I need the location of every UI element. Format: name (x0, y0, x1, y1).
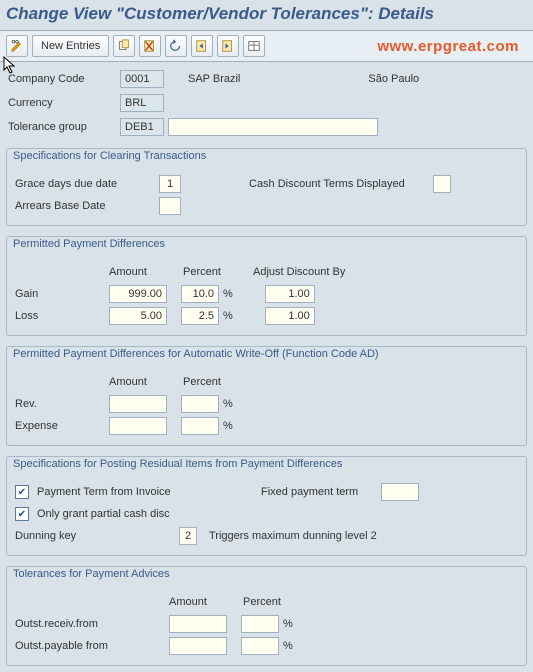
gain-label: Gain (15, 288, 105, 300)
rev-label: Rev. (15, 398, 105, 410)
cash-disc-label: Cash Discount Terms Displayed (249, 178, 429, 190)
col-percent-label: Percent (243, 596, 309, 608)
gain-amount-input[interactable]: 999.00 (109, 285, 167, 303)
print-button[interactable] (243, 35, 265, 57)
outst-pay-amount-input[interactable] (169, 637, 227, 655)
col-amount-label: Amount (109, 376, 179, 388)
rev-amount-input[interactable] (109, 395, 167, 413)
outst-recv-label: Outst.receiv.from (15, 618, 165, 630)
group-permitted-diff-auto: Permitted Payment Differences for Automa… (6, 346, 527, 446)
delete-icon (143, 39, 157, 53)
group-residual-spec: Specifications for Posting Residual Item… (6, 456, 527, 556)
copy-as-button[interactable] (113, 35, 135, 57)
partial-cash-label: Only grant partial cash disc (37, 508, 257, 520)
new-entries-button[interactable]: New Entries (32, 35, 109, 57)
outst-pay-percent-input[interactable] (241, 637, 279, 655)
group-permitted-diff: Permitted Payment Differences Amount Per… (6, 236, 527, 336)
tolerance-group-desc-input[interactable] (168, 118, 378, 136)
dunning-key-input[interactable]: 2 (179, 527, 197, 545)
percent-sign: % (223, 310, 233, 322)
outst-recv-percent-input[interactable] (241, 615, 279, 633)
next-icon (221, 39, 235, 53)
display-change-button[interactable] (6, 35, 28, 57)
group-title: Specifications for Clearing Transactions (7, 148, 526, 166)
grace-days-label: Grace days due date (15, 178, 155, 190)
tolerance-group-field: DEB1 (120, 118, 164, 136)
expense-label: Expense (15, 420, 105, 432)
company-code-field: 0001 (120, 70, 164, 88)
col-amount-label: Amount (169, 596, 239, 608)
rev-percent-input[interactable] (181, 395, 219, 413)
currency-label: Currency (6, 97, 120, 109)
dunning-key-label: Dunning key (15, 530, 175, 542)
partial-cash-checkbox[interactable]: ✔ (15, 507, 29, 521)
form-area: Company Code 0001 SAP Brazil São Paulo C… (0, 62, 533, 672)
outst-pay-label: Outst.payable from (15, 640, 165, 652)
company-name-text: SAP Brazil (184, 73, 244, 85)
copy-icon (117, 39, 131, 53)
undo-icon (169, 39, 183, 53)
currency-field: BRL (120, 94, 164, 112)
previous-entry-button[interactable] (191, 35, 213, 57)
mouse-cursor-icon (3, 56, 17, 77)
col-percent-label: Percent (183, 266, 249, 278)
pt-invoice-label: Payment Term from Invoice (37, 486, 257, 498)
pencil-glasses-icon (10, 39, 24, 53)
group-tolerances-advices: Tolerances for Payment Advices Amount Pe… (6, 566, 527, 666)
fixed-pt-input[interactable] (381, 483, 419, 501)
prev-icon (195, 39, 209, 53)
grace-days-input[interactable]: 1 (159, 175, 181, 193)
percent-sign: % (223, 398, 233, 410)
percent-sign: % (223, 288, 233, 300)
company-code-label: Company Code (6, 73, 120, 85)
cash-disc-input[interactable] (433, 175, 451, 193)
dunning-desc-text: Triggers maximum dunning level 2 (209, 530, 377, 542)
exp-percent-input[interactable] (181, 417, 219, 435)
group-title: Permitted Payment Differences (7, 236, 526, 254)
tolerance-group-label: Tolerance group (6, 121, 120, 133)
percent-sign: % (223, 420, 233, 432)
col-amount-label: Amount (109, 266, 179, 278)
table-icon (247, 39, 261, 53)
next-entry-button[interactable] (217, 35, 239, 57)
toolbar: New Entries www.erpgreat.com (0, 31, 533, 62)
group-title: Permitted Payment Differences for Automa… (7, 346, 526, 364)
fixed-pt-label: Fixed payment term (261, 486, 377, 498)
loss-adjust-input[interactable]: 1.00 (265, 307, 315, 325)
gain-adjust-input[interactable]: 1.00 (265, 285, 315, 303)
group-title: Specifications for Posting Residual Item… (7, 456, 526, 474)
company-city-text: São Paulo (364, 73, 423, 85)
arrears-label: Arrears Base Date (15, 200, 155, 212)
pt-invoice-checkbox[interactable]: ✔ (15, 485, 29, 499)
loss-percent-input[interactable]: 2.5 (181, 307, 219, 325)
exp-amount-input[interactable] (109, 417, 167, 435)
loss-label: Loss (15, 310, 105, 322)
group-clearing-spec: Specifications for Clearing Transactions… (6, 148, 527, 226)
percent-sign: % (283, 640, 293, 652)
watermark-text: www.erpgreat.com (377, 38, 527, 55)
gain-percent-input[interactable]: 10.0 (181, 285, 219, 303)
delete-button[interactable] (139, 35, 161, 57)
arrears-input[interactable] (159, 197, 181, 215)
outst-recv-amount-input[interactable] (169, 615, 227, 633)
percent-sign: % (283, 618, 293, 630)
page-title: Change View "Customer/Vendor Tolerances"… (0, 0, 533, 31)
col-percent-label: Percent (183, 376, 249, 388)
col-adjust-label: Adjust Discount By (253, 266, 373, 278)
group-title: Tolerances for Payment Advices (7, 566, 526, 584)
loss-amount-input[interactable]: 5.00 (109, 307, 167, 325)
undo-button[interactable] (165, 35, 187, 57)
